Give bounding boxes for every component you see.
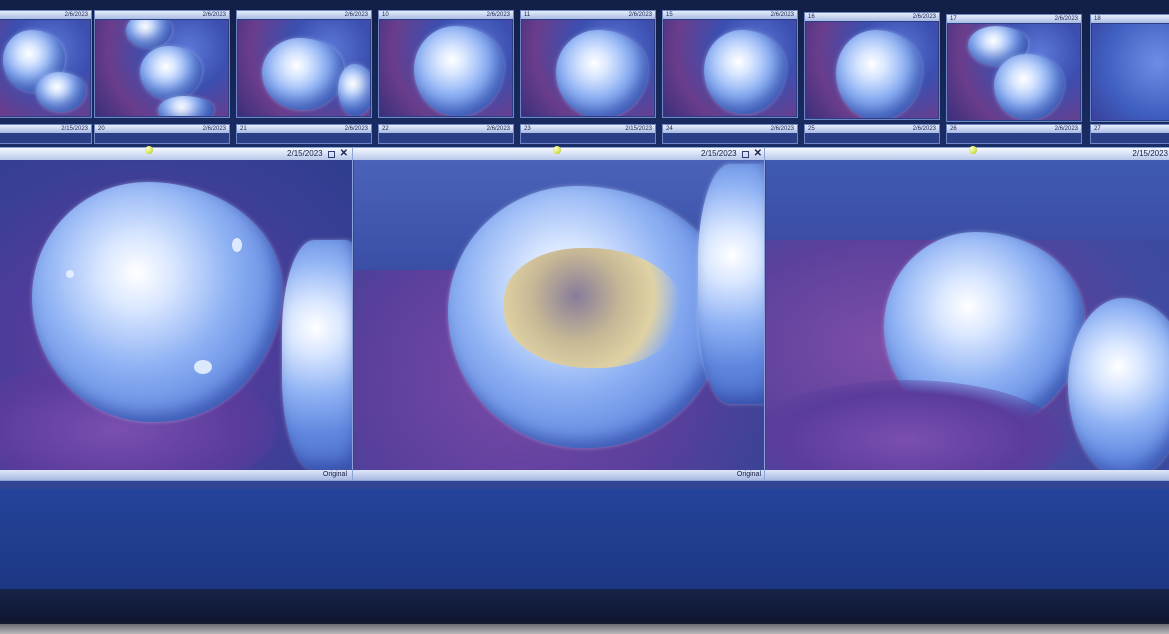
thumbnail-image (1092, 24, 1169, 120)
maximize-icon[interactable] (327, 150, 335, 158)
panel-date: 2/15/2023 (701, 149, 737, 158)
thumbnail-date: 2/6/2023 (202, 12, 226, 18)
thumbnail-number: 11 (524, 12, 531, 18)
thumbnail-number: 22 (382, 126, 389, 132)
thumbnail-9[interactable]: 18 (1090, 14, 1169, 122)
thumbnail-image (380, 20, 512, 116)
thumbnail-12[interactable]: 21 2/6/2023 (236, 124, 372, 144)
panel-footer (765, 470, 1169, 480)
close-icon[interactable]: ✕ (754, 148, 762, 160)
thumbnail-5[interactable]: 11 2/6/2023 (520, 10, 656, 118)
panel-date: 2/15/2023 (1132, 149, 1168, 158)
desk-surface (0, 624, 1169, 634)
thumbnail-date: 2/6/2023 (1054, 16, 1078, 22)
thumbnail-date: 2/6/2023 (486, 126, 510, 132)
thumbnail-number: 16 (808, 14, 815, 20)
thumbnail-strip: 2/6/2023 2/6/2023 2/6/2023 10 2/6/2023 11… (0, 0, 1169, 147)
thumbnail-date: 2/6/2023 (486, 12, 510, 18)
thumbnail-16[interactable]: 25 2/6/2023 (804, 124, 940, 144)
thumbnail-image (238, 20, 370, 116)
thumbnail-number: 17 (950, 16, 957, 22)
thumbnail-date: 2/6/2023 (770, 12, 794, 18)
thumbnail-15[interactable]: 24 2/6/2023 (662, 124, 798, 144)
thumbnail-number: 15 (666, 12, 673, 18)
thumbnail-1[interactable]: 2/6/2023 (0, 10, 92, 118)
pin-icon[interactable] (969, 146, 977, 154)
panel-footer: Original (353, 470, 767, 480)
thumbnail-image (0, 20, 90, 116)
image-viewer: 2/15/2023 ✕ Original 2/15/2023 ✕ Origina… (0, 146, 1169, 489)
panel-footer: Original (0, 470, 353, 480)
panel-date: 2/15/2023 (287, 149, 323, 158)
maximize-icon[interactable] (741, 150, 749, 158)
thumbnail-number: 26 (950, 126, 957, 132)
thumbnail-2[interactable]: 2/6/2023 (94, 10, 230, 118)
thumbnail-date: 2/15/2023 (61, 126, 88, 132)
thumbnail-13[interactable]: 22 2/6/2023 (378, 124, 514, 144)
thumbnail-number: 21 (240, 126, 247, 132)
thumbnail-date: 2/6/2023 (344, 126, 368, 132)
thumbnail-image (664, 20, 796, 116)
panel-titlebar[interactable]: 2/15/2023 (765, 146, 1169, 160)
thumbnail-date: 2/6/2023 (1054, 126, 1078, 132)
dental-photo (0, 160, 352, 470)
thumbnail-date: 2/6/2023 (628, 12, 652, 18)
thumbnail-date: 2/6/2023 (64, 12, 88, 18)
thumbnail-number: 27 (1094, 126, 1101, 132)
thumbnail-date: 2/6/2023 (202, 126, 226, 132)
thumbnail-7[interactable]: 16 2/6/2023 (804, 12, 940, 120)
workspace-background (0, 489, 1169, 589)
thumbnail-18[interactable]: 27 (1090, 124, 1169, 144)
pin-icon[interactable] (553, 146, 561, 154)
thumbnail-number: 20 (98, 126, 105, 132)
thumbnail-4[interactable]: 10 2/6/2023 (378, 10, 514, 118)
pin-icon[interactable] (145, 146, 153, 154)
thumbnail-11[interactable]: 20 2/6/2023 (94, 124, 230, 144)
thumbnail-image (806, 22, 938, 118)
thumbnail-date: 2/6/2023 (344, 12, 368, 18)
dental-photo (354, 160, 766, 470)
panel-titlebar[interactable]: 2/15/2023 ✕ (353, 146, 767, 160)
image-panel-2[interactable]: 2/15/2023 ✕ Original (352, 146, 768, 481)
thumbnail-17[interactable]: 26 2/6/2023 (946, 124, 1082, 144)
thumbnail-number: 24 (666, 126, 673, 132)
thumbnail-image (522, 20, 654, 116)
thumbnail-number: 18 (1094, 16, 1101, 22)
close-icon[interactable]: ✕ (340, 148, 348, 160)
thumbnail-number: 25 (808, 126, 815, 132)
thumbnail-image (948, 24, 1080, 120)
thumbnail-image (96, 20, 228, 116)
thumbnail-date: 2/6/2023 (912, 126, 936, 132)
thumbnail-date: 2/6/2023 (770, 126, 794, 132)
thumbnail-3[interactable]: 2/6/2023 (236, 10, 372, 118)
image-panel-3[interactable]: 2/15/2023 (764, 146, 1169, 481)
thumbnail-number: 10 (382, 12, 389, 18)
thumbnail-10[interactable]: 2/15/2023 (0, 124, 92, 144)
thumbnail-date: 2/15/2023 (625, 126, 652, 132)
thumbnail-6[interactable]: 15 2/6/2023 (662, 10, 798, 118)
thumbnail-8[interactable]: 17 2/6/2023 (946, 14, 1082, 122)
image-panel-1[interactable]: 2/15/2023 ✕ Original (0, 146, 354, 481)
thumbnail-date: 2/6/2023 (912, 14, 936, 20)
thumbnail-number: 23 (524, 126, 531, 132)
dental-photo (766, 160, 1169, 470)
thumbnail-14[interactable]: 23 2/15/2023 (520, 124, 656, 144)
panel-titlebar[interactable]: 2/15/2023 ✕ (0, 146, 353, 160)
